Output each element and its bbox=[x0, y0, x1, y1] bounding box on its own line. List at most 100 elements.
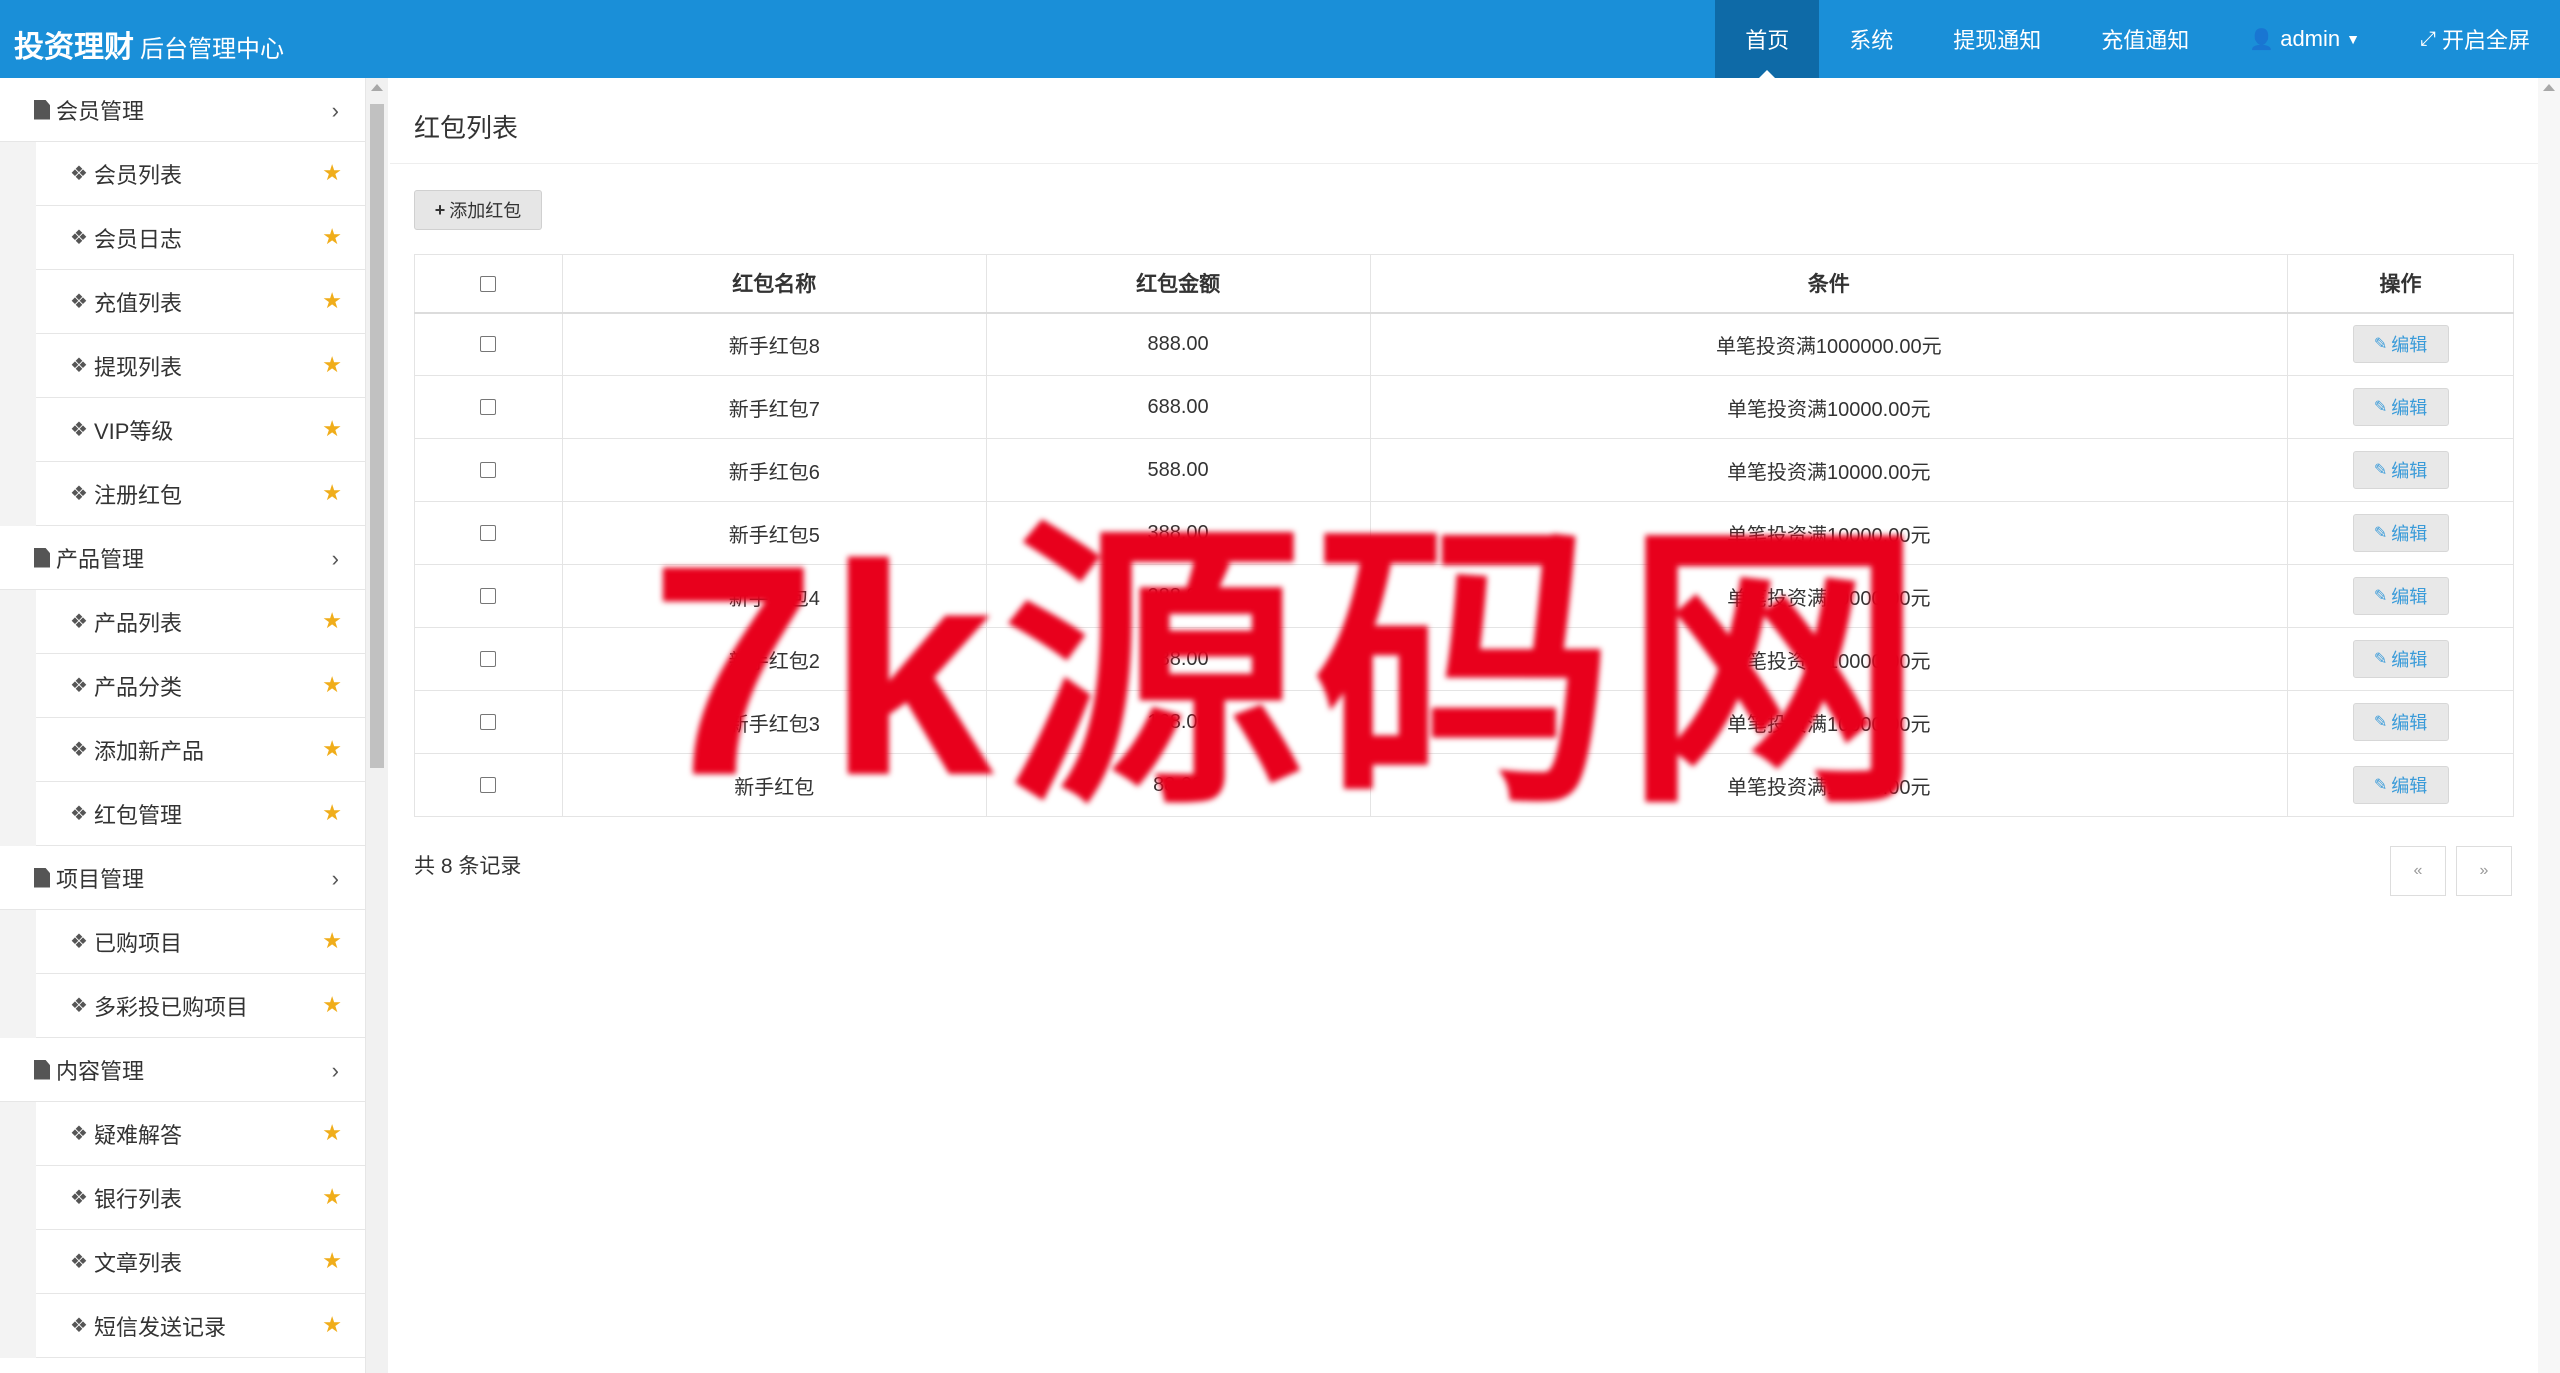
column-header-amount: 红包金额 bbox=[985, 254, 1371, 314]
sidebar-item-purchased-projects[interactable]: ❖ 已购项目 ★ bbox=[36, 910, 365, 974]
cell-name: 新手红包6 bbox=[561, 438, 987, 502]
puzzle-icon: ❖ bbox=[70, 355, 88, 377]
sidebar-item-register-redpacket[interactable]: ❖ 注册红包 ★ bbox=[36, 462, 365, 526]
sidebar-group-products[interactable]: 产品管理 › bbox=[0, 526, 365, 590]
puzzle-icon: ❖ bbox=[70, 419, 88, 441]
next-page-button[interactable]: » bbox=[2456, 846, 2512, 896]
edit-icon: ✎ bbox=[2373, 462, 2388, 479]
sidebar-item-vip-level[interactable]: ❖ VIP等级 ★ bbox=[36, 398, 365, 462]
row-checkbox[interactable] bbox=[480, 336, 497, 353]
edit-icon: ✎ bbox=[2373, 525, 2388, 542]
nav-recharge-notice[interactable]: 充值通知 bbox=[2071, 0, 2219, 78]
sidebar-item-add-product[interactable]: ❖ 添加新产品 ★ bbox=[36, 718, 365, 782]
row-checkbox-cell bbox=[414, 501, 563, 565]
row-checkbox-cell bbox=[414, 564, 563, 628]
nav-system[interactable]: 系统 bbox=[1819, 0, 1923, 78]
edit-button[interactable]: ✎ 编辑 bbox=[2352, 640, 2449, 678]
cell-amount: 888.00 bbox=[985, 312, 1371, 376]
nav-withdraw-notice[interactable]: 提现通知 bbox=[1923, 0, 2071, 78]
puzzle-icon: ❖ bbox=[70, 483, 88, 505]
edit-button[interactable]: ✎ 编辑 bbox=[2352, 388, 2449, 426]
edit-button[interactable]: ✎ 编辑 bbox=[2352, 766, 2449, 804]
puzzle-icon: ❖ bbox=[70, 675, 88, 697]
sidebar-item-member-log[interactable]: ❖ 会员日志 ★ bbox=[36, 206, 365, 270]
file-icon bbox=[34, 547, 50, 568]
row-checkbox[interactable] bbox=[480, 714, 497, 731]
edit-label: 编辑 bbox=[2391, 776, 2428, 796]
row-checkbox[interactable] bbox=[480, 525, 497, 542]
nav-user-menu[interactable]: 👤 admin ▼ bbox=[2219, 0, 2390, 78]
row-checkbox-cell bbox=[414, 753, 563, 817]
cell-action: ✎ 编辑 bbox=[2287, 690, 2514, 754]
chevron-right-icon: › bbox=[331, 98, 339, 123]
sidebar-item-faq[interactable]: ❖ 疑难解答 ★ bbox=[36, 1102, 365, 1166]
prev-page-button[interactable]: « bbox=[2390, 846, 2446, 896]
table-row: 新手红包4 288.00 单笔投资满10000.00元 ✎ 编辑 bbox=[414, 564, 2514, 628]
puzzle-icon: ❖ bbox=[70, 995, 88, 1017]
sidebar-scrollbar[interactable] bbox=[366, 78, 388, 1373]
sidebar-item-product-category[interactable]: ❖ 产品分类 ★ bbox=[36, 654, 365, 718]
edit-label: 编辑 bbox=[2391, 587, 2428, 607]
user-icon: 👤 bbox=[2249, 28, 2275, 51]
cell-amount: 388.00 bbox=[985, 501, 1371, 565]
sidebar-item-product-list[interactable]: ❖ 产品列表 ★ bbox=[36, 590, 365, 654]
cell-action: ✎ 编辑 bbox=[2287, 438, 2514, 502]
puzzle-icon: ❖ bbox=[70, 803, 88, 825]
row-checkbox-cell bbox=[414, 690, 563, 754]
sidebar-group-projects[interactable]: 项目管理 › bbox=[0, 846, 365, 910]
edit-button[interactable]: ✎ 编辑 bbox=[2352, 514, 2449, 552]
record-count: 共 8 条记录 bbox=[414, 855, 522, 878]
star-icon: ★ bbox=[322, 288, 342, 313]
main-scrollbar[interactable] bbox=[2538, 78, 2560, 1373]
edit-button[interactable]: ✎ 编辑 bbox=[2352, 325, 2449, 364]
add-redpacket-button[interactable]: + 添加红包 bbox=[414, 190, 542, 230]
sidebar-item-redpacket-manage[interactable]: ❖ 红包管理 ★ bbox=[36, 782, 365, 846]
sidebar-scroll-thumb[interactable] bbox=[370, 104, 384, 768]
sidebar-item-recharge-list[interactable]: ❖ 充值列表 ★ bbox=[36, 270, 365, 334]
sidebar-item-withdraw-list[interactable]: ❖ 提现列表 ★ bbox=[36, 334, 365, 398]
cell-action: ✎ 编辑 bbox=[2287, 564, 2514, 628]
sidebar-item-member-list[interactable]: ❖ 会员列表 ★ bbox=[36, 142, 365, 206]
cell-name: 新手红包3 bbox=[561, 690, 987, 754]
edit-label: 编辑 bbox=[2391, 398, 2428, 418]
sidebar-item-label: 红包管理 bbox=[93, 802, 182, 828]
sidebar-group-label: 会员管理 bbox=[56, 98, 145, 124]
edit-button[interactable]: ✎ 编辑 bbox=[2352, 451, 2449, 489]
table-row: 新手红包 88.00 单笔投资满10000.00元 ✎ 编辑 bbox=[414, 753, 2514, 817]
scroll-up-arrow-icon[interactable] bbox=[2543, 84, 2555, 91]
puzzle-icon: ❖ bbox=[70, 1123, 88, 1145]
row-checkbox[interactable] bbox=[480, 462, 497, 479]
puzzle-icon: ❖ bbox=[70, 163, 88, 185]
file-icon bbox=[34, 867, 50, 888]
cell-condition: 单笔投资满10000.00元 bbox=[1369, 438, 2289, 502]
sidebar-item-sms-log[interactable]: ❖ 短信发送记录 ★ bbox=[36, 1294, 365, 1358]
edit-icon: ✎ bbox=[2373, 651, 2388, 668]
star-icon: ★ bbox=[322, 416, 342, 441]
table-header-row: 红包名称 红包金额 条件 操作 bbox=[414, 254, 2514, 314]
edit-button[interactable]: ✎ 编辑 bbox=[2352, 703, 2449, 741]
sidebar-item-bank-list[interactable]: ❖ 银行列表 ★ bbox=[36, 1166, 365, 1230]
edit-button[interactable]: ✎ 编辑 bbox=[2352, 577, 2449, 615]
nav-home[interactable]: 首页 bbox=[1715, 0, 1820, 78]
row-checkbox[interactable] bbox=[480, 777, 497, 794]
cell-action: ✎ 编辑 bbox=[2287, 627, 2514, 691]
sidebar-item-label: 产品分类 bbox=[93, 674, 182, 700]
row-checkbox[interactable] bbox=[480, 651, 497, 668]
cell-name: 新手红包 bbox=[561, 753, 987, 817]
puzzle-icon: ❖ bbox=[70, 291, 88, 313]
sidebar-group-content[interactable]: 内容管理 › bbox=[0, 1038, 365, 1102]
select-all-checkbox[interactable] bbox=[480, 275, 497, 292]
page-title: 红包列表 bbox=[414, 113, 519, 143]
sidebar-item-article-list[interactable]: ❖ 文章列表 ★ bbox=[36, 1230, 365, 1294]
row-checkbox[interactable] bbox=[480, 399, 497, 416]
sidebar-group-members[interactable]: 会员管理 › bbox=[0, 78, 365, 142]
nav-fullscreen[interactable]: ⤢ 开启全屏 bbox=[2390, 0, 2560, 78]
row-checkbox[interactable] bbox=[480, 588, 497, 605]
table-row: 新手红包7 688.00 单笔投资满10000.00元 ✎ 编辑 bbox=[414, 375, 2514, 439]
scroll-up-arrow-icon[interactable] bbox=[371, 84, 383, 91]
star-icon: ★ bbox=[322, 480, 342, 505]
cell-name: 新手红包4 bbox=[561, 564, 987, 628]
sidebar-item-multi-purchased[interactable]: ❖ 多彩投已购项目 ★ bbox=[36, 974, 365, 1038]
sidebar-item-label: 短信发送记录 bbox=[93, 1314, 226, 1340]
pagination: « » bbox=[2390, 846, 2512, 896]
